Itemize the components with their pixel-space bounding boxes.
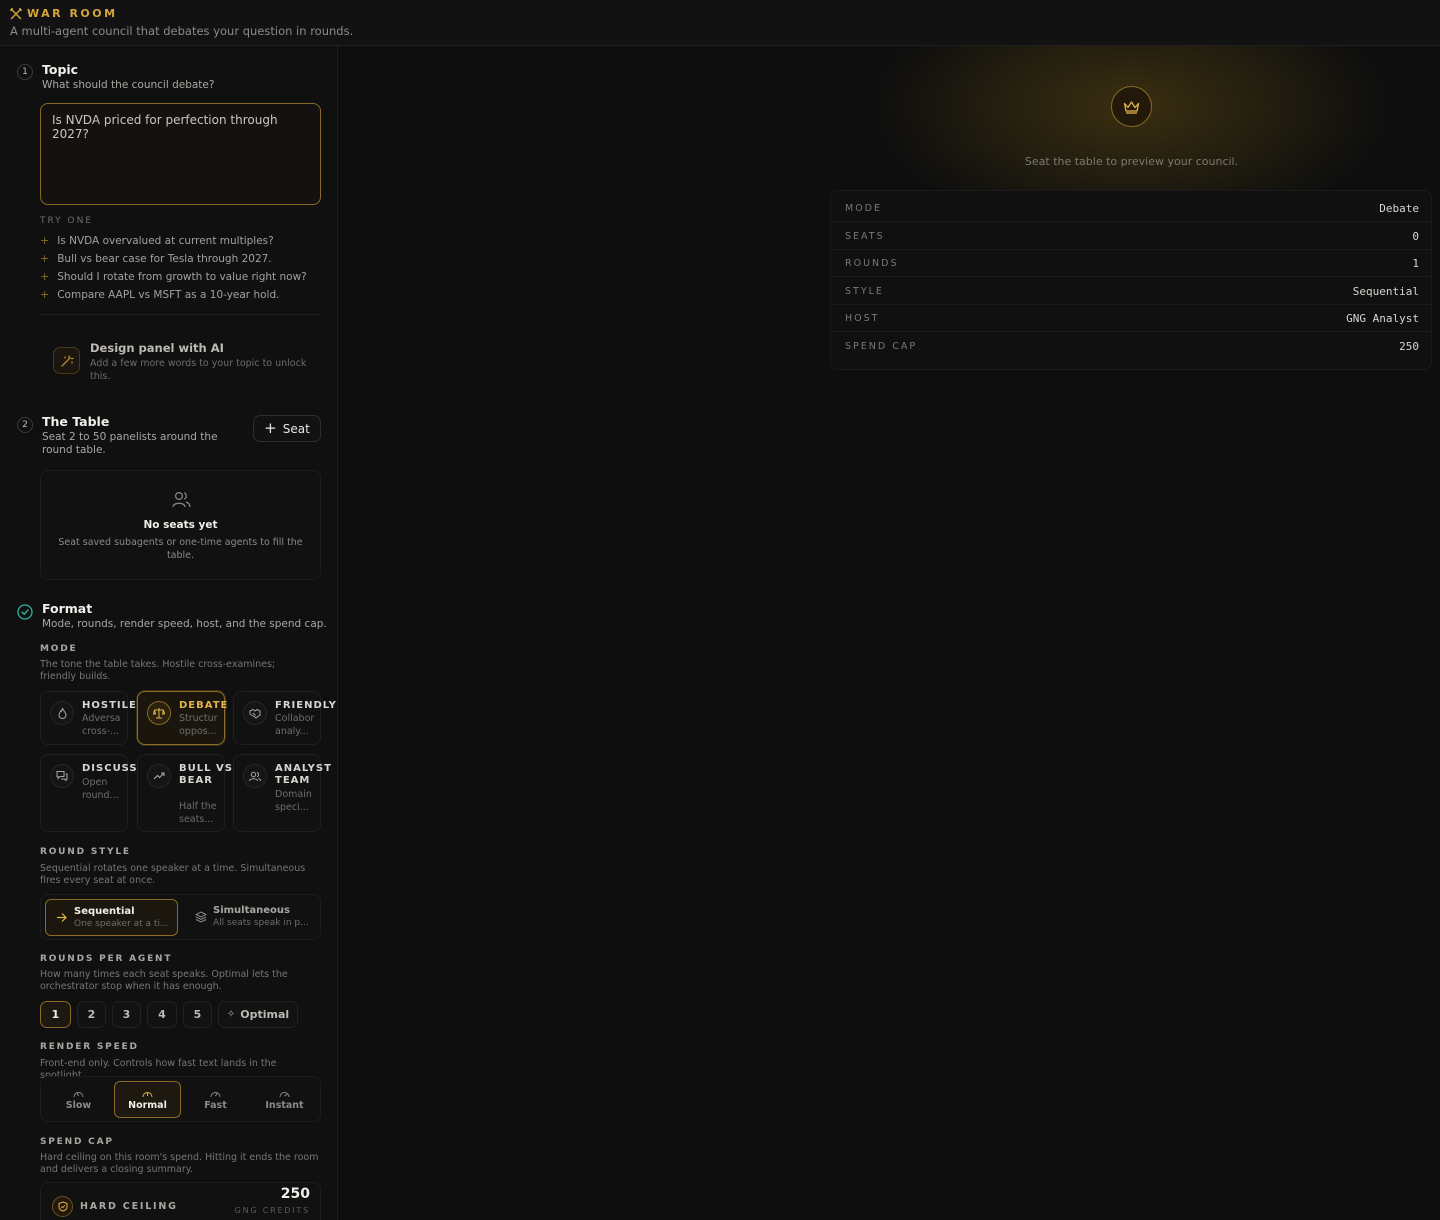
users-icon — [172, 491, 191, 508]
empty-seats-state: No seats yet Seat saved subagents or one… — [40, 470, 321, 580]
mode-card-discuss[interactable]: DISCUSS Open round... — [40, 754, 137, 832]
gauge-icon — [142, 1091, 153, 1097]
topic-subtitle: What should the council debate? — [42, 79, 215, 91]
cap-value: 250 — [280, 1186, 310, 1202]
topic-textarea[interactable]: Is NVDA priced for perfection through 20… — [40, 103, 321, 205]
divider — [40, 314, 320, 315]
flame-icon — [50, 701, 74, 725]
style-option-sequential[interactable]: Sequential One speaker at a ti... — [45, 899, 178, 936]
gauge-icon — [73, 1091, 84, 1097]
suggestion-item[interactable]: + Bull vs bear case for Tesla through 202… — [40, 252, 272, 265]
crossed-swords-icon — [10, 7, 22, 19]
users-icon — [243, 764, 267, 788]
gauge-icon — [279, 1091, 290, 1097]
hard-ceiling-label: HARD CEILING — [80, 1201, 178, 1212]
empty-title: No seats yet — [143, 519, 218, 531]
mode-desc: The tone the table takes. Hostile cross-… — [40, 659, 276, 682]
mode-card-bull-vs-bear[interactable]: BULL VS BEAR Half the seats... — [137, 754, 232, 832]
spend-cap-desc: Hard ceiling on this room's spend. Hitti… — [40, 1152, 319, 1175]
suggestion-item[interactable]: + Compare AAPL vs MSFT as a 10-year hold. — [40, 288, 279, 301]
plus-icon: + — [264, 419, 277, 437]
design-with-ai-hint: Add a few more words to your topic to un… — [90, 358, 307, 382]
step-number-table: 2 — [17, 417, 33, 433]
plus-icon: + — [40, 252, 50, 265]
plus-icon: + — [40, 270, 50, 283]
round-style-label: ROUND STYLE — [40, 847, 131, 857]
summary-row-style: STYLE Sequential — [831, 278, 1431, 305]
shield-icon — [52, 1196, 73, 1217]
style-option-simultaneous[interactable]: Simultaneous All seats speak in p... — [185, 899, 318, 936]
suggestion-item[interactable]: + Should I rotate from growth to value ri… — [40, 270, 307, 283]
topic-title: Topic — [42, 62, 79, 77]
try-one-label: TRY ONE — [40, 216, 94, 226]
plus-icon: + — [40, 234, 50, 247]
step-number-topic: 1 — [17, 64, 33, 80]
trend-icon — [147, 764, 171, 788]
speed-option-instant[interactable]: Instant — [251, 1081, 318, 1118]
format-subtitle: Mode, rounds, render speed, host, and th… — [42, 618, 327, 630]
gauge-icon — [210, 1091, 221, 1097]
design-with-ai-button[interactable]: Design panel with AI — [90, 341, 224, 355]
rounds-desc: How many times each seat speaks. Optimal… — [40, 969, 288, 992]
spend-cap-label: SPEND CAP — [40, 1137, 114, 1147]
table-title: The Table — [42, 414, 110, 429]
mode-card-friendly[interactable]: FRIENDLY Collabor analy... — [233, 691, 336, 745]
summary-row-spend-cap: SPEND CAP 250 — [845, 340, 1419, 353]
mode-card-hostile[interactable]: HOSTILE Adversa cross-... — [40, 691, 136, 745]
add-seat-button[interactable]: + Seat — [253, 415, 321, 442]
suggestion-item[interactable]: + Is NVDA overvalued at current multiples… — [40, 234, 274, 247]
app-subtitle: A multi-agent council that debates your … — [10, 24, 354, 38]
rounds-option-5[interactable]: 5 — [183, 1001, 212, 1028]
mode-card-debate[interactable]: DEBATE Structur oppos... — [137, 691, 227, 745]
rounds-option-1[interactable]: 1 — [40, 1001, 71, 1028]
crown-icon — [1111, 86, 1152, 127]
council-summary: MODE Debate SEATS 0 ROUNDS 1 STYLE Sequentia… — [830, 190, 1432, 370]
render-speed-selector: Slow Normal Fast Instant — [40, 1076, 321, 1122]
brand: WAR ROOM — [10, 7, 118, 20]
rounds-option-optimal[interactable]: ✧ Optimal — [218, 1001, 298, 1028]
format-title: Format — [42, 601, 93, 616]
scale-icon — [147, 701, 171, 725]
speed-option-normal[interactable]: Normal — [114, 1081, 181, 1118]
hard-ceiling-control[interactable]: HARD CEILING 250 GNG CREDITS — [40, 1182, 321, 1220]
chat-icon — [50, 764, 74, 788]
plus-icon: + — [40, 288, 50, 301]
app-header: WAR ROOM A multi-agent council that deba… — [0, 0, 1440, 46]
rounds-option-2[interactable]: 2 — [77, 1001, 106, 1028]
app-title: WAR ROOM — [27, 7, 118, 20]
magic-wand-icon — [53, 347, 80, 374]
round-style-desc: Sequential rotates one speaker at a time… — [40, 863, 306, 886]
config-panel: 1 Topic What should the council debate? … — [0, 46, 338, 1220]
check-circle-icon — [17, 604, 33, 620]
rounds-label: ROUNDS PER AGENT — [40, 954, 173, 964]
rounds-option-4[interactable]: 4 — [147, 1001, 177, 1028]
summary-row-host: HOST GNG Analyst — [831, 305, 1431, 332]
sparkle-icon: ✧ — [226, 1009, 236, 1020]
summary-row-mode: MODE Debate — [831, 195, 1431, 222]
arrow-right-icon — [57, 913, 67, 922]
round-style-selector: Sequential One speaker at a ti... Simult… — [40, 894, 321, 940]
summary-row-rounds: ROUNDS 1 — [831, 250, 1431, 277]
table-subtitle: Seat 2 to 50 panelists around the round … — [42, 431, 218, 456]
preview-panel: Seat the table to preview your council. … — [339, 46, 1440, 1220]
speed-option-fast[interactable]: Fast — [182, 1081, 249, 1118]
layers-icon — [195, 911, 207, 923]
preview-hint: Seat the table to preview your council. — [1024, 155, 1239, 168]
speed-label: RENDER SPEED — [40, 1042, 139, 1052]
rounds-option-3[interactable]: 3 — [112, 1001, 141, 1028]
mode-card-analyst-team[interactable]: ANALYST TEAM Domain speci... — [233, 754, 331, 832]
speed-option-slow[interactable]: Slow — [45, 1081, 112, 1118]
cap-unit: GNG CREDITS — [234, 1206, 310, 1215]
empty-desc: Seat saved subagents or one-time agents … — [58, 537, 303, 561]
summary-row-seats: SEATS 0 — [831, 223, 1431, 250]
handshake-icon — [243, 701, 267, 725]
mode-label: MODE — [40, 644, 78, 654]
